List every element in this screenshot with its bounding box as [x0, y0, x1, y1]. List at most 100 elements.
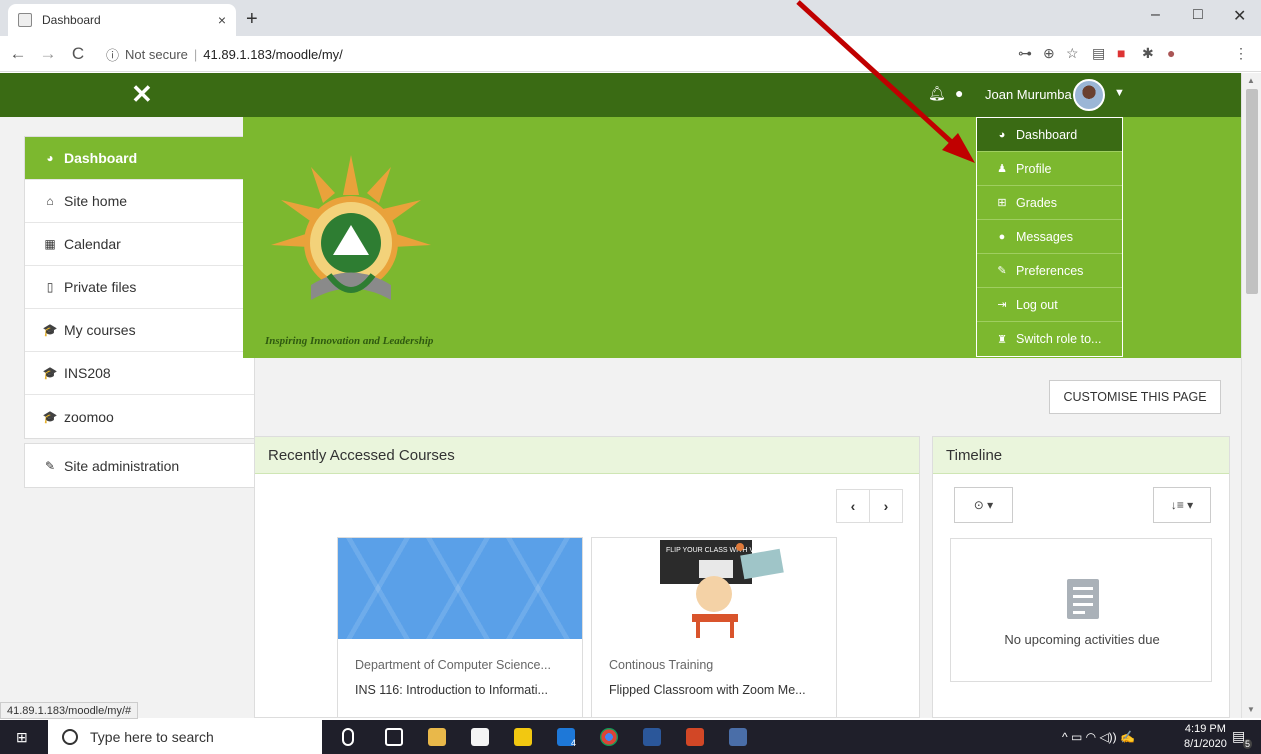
user-menu-log-out[interactable]: ⇥ Log out — [977, 288, 1122, 322]
next-page-button[interactable]: › — [869, 489, 903, 523]
document-list-icon — [1067, 579, 1099, 619]
store-icon[interactable] — [471, 728, 489, 746]
course-image[interactable] — [338, 538, 582, 639]
sidebar-item-calendar[interactable]: ▦ Calendar — [25, 223, 254, 266]
cortana-icon — [62, 729, 78, 745]
page-scrollbar[interactable]: ▲ ▼ — [1241, 73, 1261, 718]
graduation-cap-icon: 🎓 — [42, 409, 58, 424]
sidebar-item-site-home[interactable]: ⌂ Site home — [25, 180, 254, 223]
user-name[interactable]: Joan Murumba — [985, 87, 1072, 102]
sticky-notes-icon[interactable] — [514, 728, 532, 746]
user-menu-label: Messages — [1016, 229, 1073, 244]
windows-start-icon[interactable]: ⊞ — [16, 729, 28, 746]
comment-icon: ● — [998, 230, 1006, 243]
tachometer-icon: ◕ — [46, 151, 54, 165]
prev-page-button[interactable]: ‹ — [836, 489, 870, 523]
forward-icon[interactable]: → — [36, 44, 60, 64]
url-separator: | — [193, 46, 198, 62]
taskbar-search-input[interactable]: Type here to search — [48, 720, 322, 754]
powerpoint-icon[interactable] — [686, 728, 704, 746]
avatar[interactable] — [1073, 79, 1105, 111]
timeline-sort-dropdown[interactable]: ↓≡ ▾ — [1153, 487, 1211, 523]
wrench-icon: ✎ — [997, 265, 1007, 277]
home-icon: ⌂ — [46, 194, 54, 208]
timeline-filter-dropdown[interactable]: ⊙ ▾ — [954, 487, 1013, 523]
file-explorer-icon[interactable] — [428, 728, 446, 746]
sidebar-item-label: INS208 — [64, 365, 111, 381]
course-name-link[interactable]: Flipped Classroom with Zoom Me... — [609, 683, 806, 697]
sign-out-icon: ⇥ — [997, 299, 1007, 311]
info-icon[interactable]: ⓘ — [106, 45, 119, 64]
tachometer-icon: ◕ — [998, 128, 1006, 141]
sidebar-item-label: zoomoo — [64, 408, 114, 425]
course-card[interactable]: Department of Computer Science... INS 11… — [337, 537, 583, 718]
zoom-icon[interactable]: ⊕ — [1043, 45, 1055, 62]
user-menu-label: Preferences — [1016, 263, 1084, 278]
course-card[interactable]: FLIP YOUR CLASS WITH VIDEO Continous Tra… — [591, 537, 837, 718]
course-name-link[interactable]: INS 116: Introduction to Informati... — [355, 683, 548, 697]
sidebar-item-zoomoo[interactable]: 🎓 zoomoo — [25, 395, 254, 438]
course-category: Department of Computer Science... — [355, 658, 551, 672]
scroll-down-icon[interactable]: ▼ — [1247, 705, 1255, 714]
extension-red-icon[interactable]: ■ — [1117, 45, 1125, 61]
timeline-empty-state: No upcoming activities due — [950, 538, 1212, 682]
sidebar-item-label: Site home — [64, 193, 128, 209]
course-image[interactable]: FLIP YOUR CLASS WITH VIDEO — [592, 538, 836, 639]
user-menu-label: Grades — [1016, 195, 1057, 210]
user-menu-dashboard[interactable]: ◕ Dashboard — [977, 118, 1122, 152]
file-icon: ▯ — [46, 280, 54, 294]
task-view-icon[interactable] — [385, 728, 403, 746]
sidebar-item-ins208[interactable]: 🎓 INS208 — [25, 352, 254, 395]
graduation-cap-icon: 🎓 — [42, 366, 58, 380]
user-menu-messages[interactable]: ● Messages — [977, 220, 1122, 254]
user-menu-switch-role[interactable]: ♜ Switch role to... — [977, 322, 1122, 356]
extensions-puzzle-icon[interactable]: ✱ — [1142, 45, 1154, 62]
caret-down-icon[interactable]: ▼ — [1114, 87, 1125, 99]
sidebar-item-my-courses[interactable]: 🎓 My courses — [25, 309, 254, 352]
user-menu-grades[interactable]: ⊞ Grades — [977, 186, 1122, 220]
profile-avatar-icon[interactable]: ● — [1167, 45, 1175, 61]
notification-bell-icon[interactable]: 🔔︎ — [928, 85, 946, 102]
search-placeholder: Type here to search — [90, 729, 214, 745]
extension-doc-icon[interactable]: ▤ — [1092, 45, 1105, 62]
messages-icon[interactable]: ● — [955, 85, 963, 101]
windows-taskbar: ⊞ Type here to search 4 ^ ▭ ◠ ◁)) ✍ 4:19… — [0, 720, 1261, 754]
nav-drawer-admin: ✎ Site administration — [24, 443, 255, 488]
nav-drawer-main: ◕ Dashboard ⌂ Site home ▦ Calendar ▯ Pri… — [24, 136, 255, 439]
menu-dots-icon[interactable]: ⋮ — [1234, 45, 1248, 62]
browser-tab-bar: Dashboard × + – □ ✕ — [0, 0, 1261, 36]
moodle-navbar: ✕ 🔔︎ ● Joan Murumba ▼ — [0, 73, 1241, 117]
new-tab-button[interactable]: + — [246, 8, 258, 31]
customise-page-button[interactable]: CUSTOMISE THIS PAGE — [1049, 380, 1221, 414]
taskbar-clock[interactable]: 4:19 PM 8/1/2020 — [1184, 722, 1227, 752]
flip-class-illustration: FLIP YOUR CLASS WITH VIDEO — [660, 540, 784, 638]
star-icon[interactable]: ☆ — [1066, 45, 1079, 62]
sidebar-item-dashboard[interactable]: ◕ Dashboard — [25, 137, 254, 180]
scroll-up-icon[interactable]: ▲ — [1247, 76, 1255, 85]
microphone-icon[interactable] — [342, 728, 354, 746]
user-menu-label: Log out — [1016, 297, 1058, 312]
table-icon: ⊞ — [997, 197, 1007, 209]
word-icon[interactable] — [643, 728, 661, 746]
app-icon[interactable] — [729, 728, 747, 746]
back-icon[interactable]: ← — [6, 44, 30, 64]
reload-icon[interactable]: C — [66, 44, 90, 64]
url-input[interactable]: ⓘ Not secure | 41.89.1.183/moodle/my/ — [106, 41, 986, 67]
sidebar-item-site-administration[interactable]: ✎ Site administration — [25, 444, 254, 487]
user-menu-preferences[interactable]: ✎ Preferences — [977, 254, 1122, 288]
empty-message: No upcoming activities due — [1004, 632, 1160, 647]
chrome-icon[interactable] — [600, 728, 618, 746]
user-menu-profile[interactable]: ♟ Profile — [977, 152, 1122, 186]
scrollbar-thumb[interactable] — [1246, 89, 1258, 294]
browser-tab[interactable]: Dashboard × — [8, 4, 236, 36]
banner-tagline: Inspiring Innovation and Leadership — [265, 335, 434, 347]
block-title: Recently Accessed Courses — [255, 437, 919, 474]
window-close-button[interactable]: ✕ — [1233, 6, 1246, 26]
key-icon[interactable]: ⊶ — [1018, 45, 1032, 62]
sidebar-item-private-files[interactable]: ▯ Private files — [25, 266, 254, 309]
system-tray[interactable]: ^ ▭ ◠ ◁)) ✍ — [1062, 730, 1135, 744]
close-drawer-icon[interactable]: ✕ — [131, 79, 153, 110]
minimize-button[interactable]: – — [1151, 6, 1160, 24]
tab-close-icon[interactable]: × — [218, 12, 226, 28]
maximize-button[interactable]: □ — [1193, 6, 1203, 24]
